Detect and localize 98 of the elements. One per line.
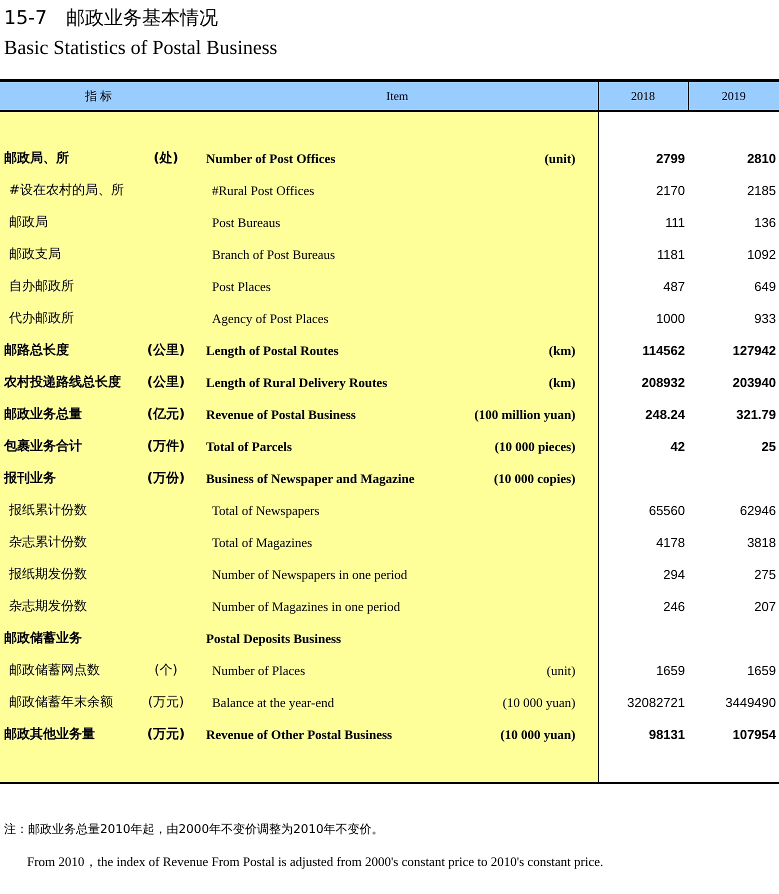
- item-label: Number of Places: [197, 654, 460, 686]
- table-cell-text: 136: [753, 214, 777, 232]
- row-label: 农村投递路线总长度: [0, 366, 135, 398]
- table-cell-text: 207: [753, 598, 777, 616]
- table-cell-text: 321.79: [735, 406, 777, 424]
- unit-label: (10 000 pieces): [460, 430, 598, 462]
- item-label: Number of Newspapers in one period: [197, 558, 460, 590]
- unit-label: (万元): [135, 718, 197, 750]
- table-cell: 1000: [598, 302, 688, 334]
- row-label: 邮政其他业务量: [0, 718, 135, 750]
- table-cell: 42: [598, 430, 688, 462]
- table-cell: 114562: [598, 334, 688, 366]
- unit-label: (km): [460, 334, 598, 366]
- unit-label: (unit): [460, 142, 598, 174]
- item-label: Total of Newspapers: [197, 494, 460, 526]
- table-cell: 248.24: [598, 398, 688, 430]
- table-cell: 4178: [598, 526, 688, 558]
- item-label: Total of Parcels: [197, 430, 460, 462]
- item-label: Balance at the year-end: [197, 686, 460, 718]
- item-label: Revenue of Postal Business: [197, 398, 460, 430]
- unit-label: (亿元): [135, 398, 197, 430]
- item-label: Postal Deposits Business: [197, 622, 460, 654]
- table-cell-text: 933: [753, 310, 777, 328]
- footnote: 注：邮政业务总量2010年起，由2000年不变价调整为2010年不变价。: [3, 820, 385, 838]
- table-cell-text: 62946: [738, 502, 777, 520]
- item-label: Agency of Post Places: [197, 302, 460, 334]
- unit-label: (公里): [135, 366, 197, 398]
- table-cell: 2170: [598, 174, 688, 206]
- item-label: Business of Newspaper and Magazine: [197, 462, 460, 494]
- row-label: 报纸期发份数: [0, 558, 135, 590]
- row-label: 杂志累计份数: [0, 526, 135, 558]
- table-cell: 111: [598, 206, 688, 238]
- item-label: Revenue of Other Postal Business: [197, 718, 460, 750]
- table-cell-text: 203940: [732, 374, 777, 392]
- table-cell: 208932: [598, 366, 688, 398]
- row-label: 邮政储蓄年末余额: [0, 686, 135, 718]
- item-label: Branch of Post Bureaus: [197, 238, 460, 270]
- table-cell-text: 1092: [746, 246, 777, 264]
- column-header: 指 标: [0, 80, 197, 110]
- table-cell: 246: [598, 590, 688, 622]
- table-cell-text: 2185: [746, 182, 777, 200]
- table-cell: 65560: [598, 494, 688, 526]
- row-label: 邮政业务总量: [0, 398, 135, 430]
- item-label: #Rural Post Offices: [197, 174, 460, 206]
- row-label: 邮政支局: [0, 238, 135, 270]
- footnote: From 2010，the index of Revenue From Postal is adjusted from 2000's constant price to 2010's constant price.: [26, 852, 604, 871]
- row-label: 包裹业务合计: [0, 430, 135, 462]
- table-cell: 487: [598, 270, 688, 302]
- item-label: Length of Postal Routes: [197, 334, 460, 366]
- item-label: Number of Magazines in one period: [197, 590, 460, 622]
- item-label: Post Places: [197, 270, 460, 302]
- unit-label: (10 000 yuan): [460, 718, 598, 750]
- table-cell-text: 127942: [732, 342, 777, 360]
- item-label: Total of Magazines: [197, 526, 460, 558]
- unit-label: (万份): [135, 462, 197, 494]
- row-label: #设在农村的局、所: [0, 174, 135, 206]
- row-label: 杂志期发份数: [0, 590, 135, 622]
- table-cell: 98131: [598, 718, 688, 750]
- table-cell: 1659: [598, 654, 688, 686]
- table-cell-text: 2810: [746, 150, 777, 168]
- table-title: 15-7 邮政业务基本情况: [3, 6, 220, 31]
- table-cell-text: 3818: [746, 534, 777, 552]
- unit-label: (10 000 yuan): [460, 686, 598, 718]
- table-cell: 2799: [598, 142, 688, 174]
- table-cell-text: 107954: [732, 726, 777, 744]
- table-subtitle: Basic Statistics of Postal Business: [3, 36, 278, 61]
- column-header: Item: [197, 80, 598, 110]
- unit-label: (unit): [460, 654, 598, 686]
- unit-label: (公里): [135, 334, 197, 366]
- row-label: 邮政储蓄网点数: [0, 654, 135, 686]
- row-label: 邮政局、所: [0, 142, 135, 174]
- table-cell-text: 275: [753, 566, 777, 584]
- table-cell-text: 1659: [746, 662, 777, 680]
- item-label: Post Bureaus: [197, 206, 460, 238]
- row-label: 邮路总长度: [0, 334, 135, 366]
- item-label: Number of Post Offices: [197, 142, 460, 174]
- unit-label: (个): [135, 654, 197, 686]
- item-label: Length of Rural Delivery Routes: [197, 366, 460, 398]
- row-label: 邮政储蓄业务: [0, 622, 135, 654]
- column-header: 2018: [598, 80, 688, 110]
- row-label: 报刊业务: [0, 462, 135, 494]
- row-label: 代办邮政所: [0, 302, 135, 334]
- column-header: 2019: [688, 80, 779, 110]
- unit-label: (100 million yuan): [460, 398, 598, 430]
- unit-label: (万元): [135, 686, 197, 718]
- row-label: 报纸累计份数: [0, 494, 135, 526]
- row-label: 邮政局: [0, 206, 135, 238]
- unit-label: (km): [460, 366, 598, 398]
- table-cell: 1181: [598, 238, 688, 270]
- unit-label: (处): [135, 142, 197, 174]
- table-cell-text: 649: [753, 278, 777, 296]
- table-cell: 32082721: [598, 686, 688, 718]
- unit-label: (10 000 copies): [460, 462, 598, 494]
- table-cell-text: 3449490: [724, 694, 777, 712]
- table-cell: 294: [598, 558, 688, 590]
- unit-label: (万件): [135, 430, 197, 462]
- row-label: 自办邮政所: [0, 270, 135, 302]
- table-cell-text: 25: [760, 438, 777, 456]
